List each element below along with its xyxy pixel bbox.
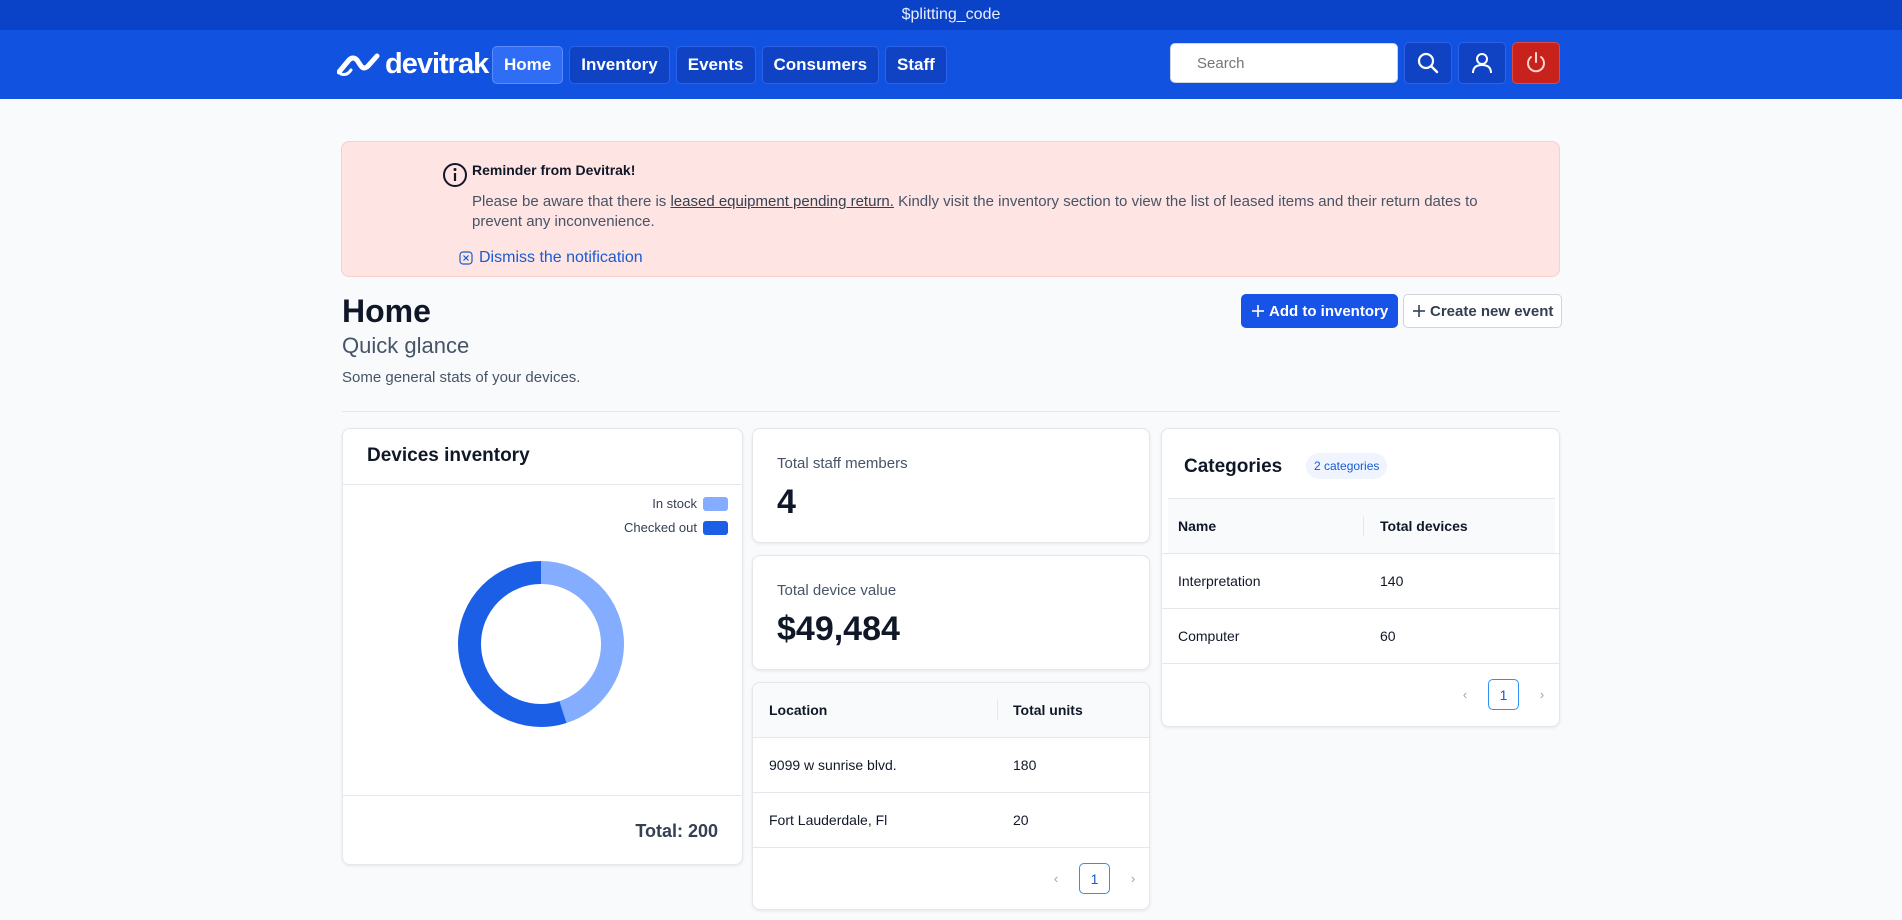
category-total-cell: 60 xyxy=(1380,628,1396,644)
section-divider xyxy=(342,411,1560,412)
card-divider xyxy=(343,795,742,796)
devitrak-logo-icon xyxy=(337,53,380,76)
row-divider xyxy=(753,847,1149,848)
nav-tab-events[interactable]: Events xyxy=(675,46,756,84)
create-new-event-label: Create new event xyxy=(1430,302,1554,320)
prev-page-icon[interactable]: ‹ xyxy=(1047,871,1065,886)
nav-tab-consumers[interactable]: Consumers xyxy=(761,46,880,84)
page-subtitle: Quick glance xyxy=(342,333,470,358)
logo-wordmark: devitrak xyxy=(385,48,489,80)
row-divider xyxy=(1162,608,1559,609)
nav-tab-inventory[interactable]: Inventory xyxy=(569,46,670,84)
units-cell: 180 xyxy=(1013,757,1037,773)
search-icon xyxy=(1417,52,1439,74)
notification-text-before: Please be aware that there is xyxy=(472,193,671,210)
leased-equipment-link[interactable]: leased equipment pending return. xyxy=(670,193,894,210)
column-header-location[interactable]: Location xyxy=(769,702,827,718)
location-cell: Fort Lauderdale, Fl xyxy=(769,812,888,828)
next-page-icon[interactable]: › xyxy=(1533,687,1551,702)
search-input[interactable] xyxy=(1170,43,1398,83)
search-button[interactable] xyxy=(1404,42,1452,84)
staff-count-label: Total staff members xyxy=(777,455,908,472)
categories-card: Categories 2 categories Name Total devic… xyxy=(1161,428,1560,727)
card-divider xyxy=(343,484,742,485)
logout-button[interactable] xyxy=(1512,42,1560,84)
row-divider xyxy=(1162,553,1559,554)
nav-tab-home[interactable]: Home xyxy=(492,46,564,84)
page-description: Some general stats of your devices. xyxy=(342,369,581,386)
category-total-cell: 140 xyxy=(1380,573,1404,589)
legend-swatch xyxy=(703,520,728,535)
main-nav: Home Inventory Events Consumers Staff xyxy=(492,46,947,84)
units-cell: 20 xyxy=(1013,812,1029,828)
prev-page-icon[interactable]: ‹ xyxy=(1456,687,1474,702)
dismiss-notification-button[interactable]: Dismiss the notification xyxy=(459,249,643,267)
category-name-cell: Interpretation xyxy=(1178,573,1261,589)
page-number-button[interactable]: 1 xyxy=(1079,863,1110,894)
legend-item-checked-out[interactable]: Checked out xyxy=(624,520,728,535)
device-value-amount: $49,484 xyxy=(777,610,900,648)
devices-inventory-card: Devices inventory In stock Checked out T… xyxy=(342,428,743,865)
column-header-total-units[interactable]: Total units xyxy=(1013,702,1083,718)
page-number-button[interactable]: 1 xyxy=(1488,679,1519,710)
locations-pagination: ‹ 1 › xyxy=(1047,863,1142,894)
locations-table-card: Location Total units 9099 w sunrise blvd… xyxy=(752,682,1150,910)
staff-count-value: 4 xyxy=(777,483,796,521)
window-title: $plitting_code xyxy=(0,0,1902,30)
devitrak-logo[interactable]: devitrak xyxy=(337,48,489,81)
plus-icon xyxy=(1252,305,1264,317)
categories-count-badge: 2 categories xyxy=(1306,453,1388,479)
add-to-inventory-button[interactable]: Add to inventory xyxy=(1241,294,1399,328)
reminder-notification: Reminder from Devitrak! Please be aware … xyxy=(341,141,1560,277)
column-separator xyxy=(1363,516,1364,536)
power-icon xyxy=(1527,52,1545,73)
table-header xyxy=(1168,498,1555,553)
close-icon xyxy=(459,251,473,265)
info-icon xyxy=(443,163,467,187)
row-divider xyxy=(753,792,1149,793)
legend-item-in-stock[interactable]: In stock xyxy=(652,496,728,511)
nav-tab-staff[interactable]: Staff xyxy=(885,46,947,84)
profile-button[interactable] xyxy=(1458,42,1506,84)
categories-title: Categories xyxy=(1184,456,1283,477)
user-icon xyxy=(1472,53,1492,74)
column-separator xyxy=(997,700,998,720)
legend-swatch xyxy=(703,496,728,511)
column-header-name[interactable]: Name xyxy=(1178,518,1216,534)
page-title: Home xyxy=(342,293,431,329)
categories-pagination: ‹ 1 › xyxy=(1456,679,1551,710)
legend-label: Checked out xyxy=(624,520,697,535)
create-new-event-button[interactable]: Create new event xyxy=(1403,294,1563,328)
devices-total: Total: 200 xyxy=(635,821,718,841)
dismiss-label: Dismiss the notification xyxy=(479,249,643,266)
plus-icon xyxy=(1413,305,1425,317)
notification-message: Please be aware that there is leased equ… xyxy=(472,192,1492,232)
column-header-total-devices[interactable]: Total devices xyxy=(1380,518,1468,534)
top-navbar: devitrak Home Inventory Events Consumers… xyxy=(0,30,1902,99)
add-to-inventory-label: Add to inventory xyxy=(1269,302,1389,320)
category-name-cell: Computer xyxy=(1178,628,1240,644)
row-divider xyxy=(1168,498,1555,499)
devices-inventory-title: Devices inventory xyxy=(367,445,530,466)
legend-label: In stock xyxy=(652,496,697,511)
next-page-icon[interactable]: › xyxy=(1124,871,1142,886)
row-divider xyxy=(753,737,1149,738)
device-value-card: Total device value $49,484 xyxy=(752,555,1150,670)
notification-title: Reminder from Devitrak! xyxy=(472,162,636,178)
location-cell: 9099 w sunrise blvd. xyxy=(769,757,897,773)
devices-donut-chart xyxy=(458,561,624,727)
device-value-label: Total device value xyxy=(777,582,897,599)
row-divider xyxy=(1162,663,1559,664)
staff-count-card: Total staff members 4 xyxy=(752,428,1150,543)
